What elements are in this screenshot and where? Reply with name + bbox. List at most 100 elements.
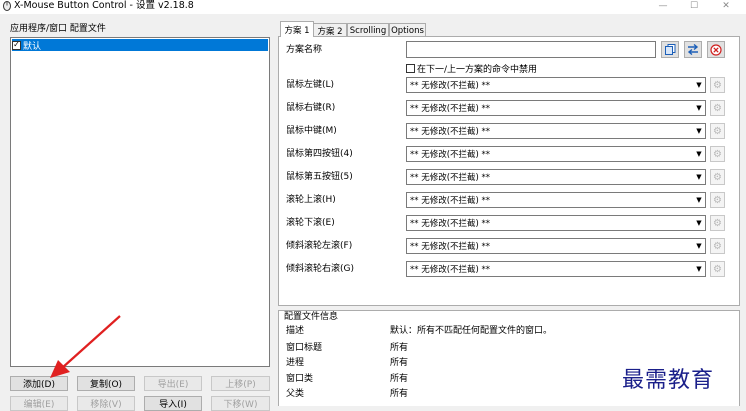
gear-icon: ⚙ <box>713 194 722 206</box>
disable-in-switch-option[interactable]: 在下一/上一方案的命令中禁用 <box>406 62 537 75</box>
scheme-name-label: 方案名称 <box>286 45 323 55</box>
mapping-dropdown-wheel-down[interactable]: ** 无修改(不拦截) ** ▼ <box>406 215 706 231</box>
gear-icon: ⚙ <box>713 125 722 137</box>
mapping-dropdown-right[interactable]: ** 无修改(不拦截) ** ▼ <box>406 100 706 116</box>
mapping-dropdown-tilt-left[interactable]: ** 无修改(不拦截) ** ▼ <box>406 238 706 254</box>
gear-icon: ⚙ <box>713 148 722 160</box>
mapping-dropdown-middle[interactable]: ** 无修改(不拦截) ** ▼ <box>406 123 706 139</box>
dropdown-value: ** 无修改(不拦截) ** <box>410 196 491 206</box>
move-up-button[interactable]: 上移(P) <box>211 376 270 391</box>
info-key-window-class: 窗口类 <box>286 374 314 384</box>
tab-options[interactable]: Options <box>389 23 426 37</box>
gear-button[interactable]: ⚙ <box>710 100 725 116</box>
info-value-window-title: 所有 <box>390 343 409 353</box>
gear-icon: ⚙ <box>713 217 722 229</box>
gear-button[interactable]: ⚙ <box>710 77 725 93</box>
mapping-label-tilt-left: 倾斜滚轮左滚(F) <box>286 241 353 251</box>
mapping-label-button4: 鼠标第四按钮(4) <box>286 149 353 159</box>
info-key-description: 描述 <box>286 326 305 336</box>
scheme-name-input[interactable] <box>406 41 656 58</box>
gear-button[interactable]: ⚙ <box>710 146 725 162</box>
mapping-dropdown-tilt-right[interactable]: ** 无修改(不拦截) ** ▼ <box>406 261 706 277</box>
dropdown-value: ** 无修改(不拦截) ** <box>410 242 491 252</box>
mapping-label-right: 鼠标右键(R) <box>286 103 336 113</box>
chevron-down-icon: ▼ <box>696 150 702 158</box>
info-value-description: 默认：所有不匹配任何配置文件的窗口。 <box>390 326 553 336</box>
gear-icon: ⚙ <box>713 171 722 183</box>
mouse-app-icon <box>3 1 11 11</box>
list-item-default[interactable]: ✓ 默认 <box>12 39 268 52</box>
remove-button[interactable]: 移除(V) <box>77 396 135 411</box>
mapping-label-wheel-down: 滚轮下滚(E) <box>286 218 335 228</box>
mapping-label-button5: 鼠标第五按钮(5) <box>286 172 353 182</box>
mapping-dropdown-button5[interactable]: ** 无修改(不拦截) ** ▼ <box>406 169 706 185</box>
checkbox-empty-icon[interactable] <box>406 64 415 73</box>
gear-button[interactable]: ⚙ <box>710 261 725 277</box>
chevron-down-icon: ▼ <box>696 196 702 204</box>
gear-button[interactable]: ⚙ <box>710 123 725 139</box>
dropdown-value: ** 无修改(不拦截) ** <box>410 173 491 183</box>
dropdown-value: ** 无修改(不拦截) ** <box>410 127 491 137</box>
gear-button[interactable]: ⚙ <box>710 215 725 231</box>
mapping-dropdown-left[interactable]: ** 无修改(不拦截) ** ▼ <box>406 77 706 93</box>
edit-button[interactable]: 编辑(E) <box>10 396 68 411</box>
chevron-down-icon: ▼ <box>696 173 702 181</box>
gear-icon: ⚙ <box>713 263 722 275</box>
import-button[interactable]: 导入(I) <box>144 396 202 411</box>
tab-scheme-1[interactable]: 方案 1 <box>280 21 314 37</box>
info-value-window-class: 所有 <box>390 374 409 384</box>
swap-arrows-icon <box>687 44 699 55</box>
info-value-process: 所有 <box>390 358 409 368</box>
clear-scheme-button[interactable] <box>707 41 725 58</box>
dropdown-value: ** 无修改(不拦截) ** <box>410 81 491 91</box>
copy-scheme-button[interactable] <box>661 41 679 58</box>
close-window-button[interactable]: ✕ <box>712 0 740 12</box>
checkbox-checked-icon[interactable]: ✓ <box>12 40 21 50</box>
disable-in-switch-label: 在下一/上一方案的命令中禁用 <box>417 65 538 75</box>
mapping-dropdown-wheel-up[interactable]: ** 无修改(不拦截) ** ▼ <box>406 192 706 208</box>
info-key-parent-class: 父类 <box>286 389 305 399</box>
copy-icon <box>664 44 675 55</box>
info-value-parent-class: 所有 <box>390 389 409 399</box>
mapping-dropdown-button4[interactable]: ** 无修改(不拦截) ** ▼ <box>406 146 706 162</box>
gear-icon: ⚙ <box>713 102 722 114</box>
info-key-window-title: 窗口标题 <box>286 343 323 353</box>
maximize-button[interactable]: ☐ <box>680 0 708 12</box>
chevron-down-icon: ▼ <box>696 242 702 250</box>
gear-button[interactable]: ⚙ <box>710 169 725 185</box>
tab-scheme-2[interactable]: 方案 2 <box>313 23 347 37</box>
minimize-icon: — <box>658 1 668 11</box>
gear-button[interactable]: ⚙ <box>710 192 725 208</box>
red-arrow-annotation <box>50 315 121 378</box>
list-item-label: 默认 <box>23 41 42 52</box>
move-down-button[interactable]: 下移(W) <box>211 396 270 411</box>
gear-icon: ⚙ <box>713 79 722 91</box>
chevron-down-icon: ▼ <box>696 81 702 89</box>
mapping-label-tilt-right: 倾斜滚轮右滚(G) <box>286 264 354 274</box>
swap-scheme-button[interactable] <box>684 41 702 58</box>
maximize-icon: ☐ <box>689 1 699 11</box>
chevron-down-icon: ▼ <box>696 104 702 112</box>
mapping-label-left: 鼠标左键(L) <box>286 80 335 90</box>
watermark-logo: 最需教育 <box>622 368 715 393</box>
profile-list-label: 应用程序/窗口 配置文件 <box>10 24 106 34</box>
gear-button[interactable]: ⚙ <box>710 238 725 254</box>
dropdown-value: ** 无修改(不拦截) ** <box>410 265 491 275</box>
export-button[interactable]: 导出(E) <box>144 376 202 391</box>
chevron-down-icon: ▼ <box>696 265 702 273</box>
info-key-process: 进程 <box>286 358 305 368</box>
dropdown-value: ** 无修改(不拦截) ** <box>410 219 491 229</box>
title-bar: X-Mouse Button Control - 设置 v2.18.8 — ☐ … <box>0 0 746 14</box>
chevron-down-icon: ▼ <box>696 219 702 227</box>
profile-info-title: 配置文件信息 <box>284 312 339 322</box>
mapping-label-middle: 鼠标中键(M) <box>286 126 337 136</box>
dropdown-value: ** 无修改(不拦截) ** <box>410 150 491 160</box>
clear-icon <box>710 43 722 56</box>
tab-scrolling[interactable]: Scrolling <box>347 23 389 37</box>
window-title: X-Mouse Button Control - 设置 v2.18.8 <box>14 0 194 11</box>
mapping-label-wheel-up: 滚轮上滚(H) <box>286 195 336 205</box>
gear-icon: ⚙ <box>713 240 722 252</box>
dropdown-value: ** 无修改(不拦截) ** <box>410 104 491 114</box>
close-icon: ✕ <box>722 1 730 11</box>
minimize-button[interactable]: — <box>649 0 677 12</box>
